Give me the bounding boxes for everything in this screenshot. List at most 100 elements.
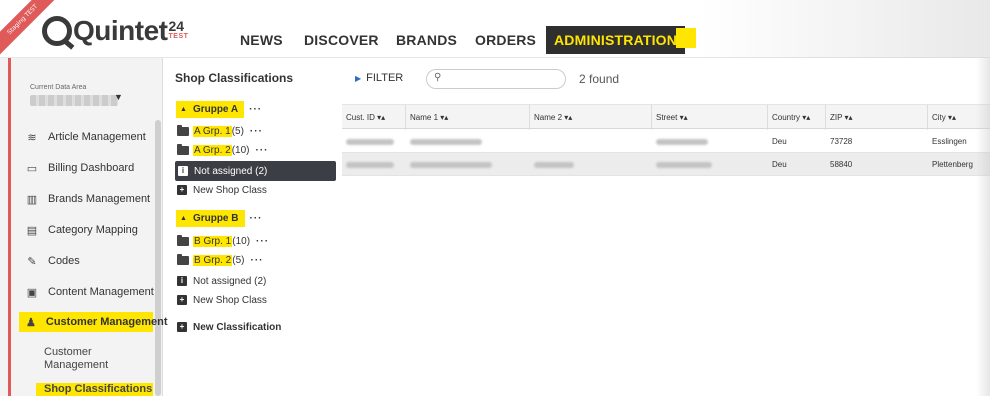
sidebar-item-label: Content Management bbox=[48, 286, 154, 298]
sidebar-scrollbar[interactable] bbox=[155, 120, 161, 396]
sidebar-item-label: Category Mapping bbox=[48, 224, 138, 236]
col-name-1[interactable]: Name 1 ▾▴ bbox=[406, 105, 530, 130]
col-cust-id[interactable]: Cust. ID ▾▴ bbox=[342, 105, 406, 130]
quintet-logo[interactable]: Quintet 24 TEST bbox=[42, 14, 188, 50]
data-area-label: Current Data Area bbox=[30, 84, 87, 91]
info-icon: i bbox=[177, 276, 187, 286]
more-icon[interactable]: ··· bbox=[250, 213, 263, 224]
sidebar-item-label: Billing Dashboard bbox=[48, 162, 135, 174]
database-icon: ≋ bbox=[27, 131, 37, 144]
tree-item-count: (5) bbox=[232, 254, 245, 266]
right-edge-fade bbox=[976, 58, 990, 396]
tree-item-b-grp-2[interactable]: B Grp. 2 (5) ··· bbox=[177, 252, 263, 268]
monitor-icon: ▣ bbox=[26, 286, 38, 299]
nav-news[interactable]: NEWS bbox=[240, 26, 283, 54]
sidebar-accent-bar bbox=[8, 58, 11, 396]
clipboard-icon: ▤ bbox=[26, 224, 38, 237]
more-icon[interactable]: ··· bbox=[249, 104, 262, 115]
grid-header: Cust. ID ▾▴ Name 1 ▾▴ Name 2 ▾▴ Street ▾… bbox=[342, 104, 990, 130]
data-area-select[interactable] bbox=[30, 95, 118, 106]
new-shop-class-label: New Shop Class bbox=[193, 184, 267, 196]
cell-name-1 bbox=[406, 130, 530, 153]
tree-item-not-assigned-a[interactable]: i Not assigned (2) bbox=[175, 161, 336, 181]
cell-street bbox=[652, 153, 768, 176]
folder-icon bbox=[177, 124, 189, 136]
search-box[interactable]: ⚲ bbox=[426, 69, 566, 89]
sidebar-item-content-management[interactable]: ▣ Content Management bbox=[26, 282, 154, 302]
tree-item-label: Not assigned (2) bbox=[193, 275, 267, 287]
plus-icon: + bbox=[177, 185, 187, 195]
more-icon[interactable]: ··· bbox=[250, 126, 263, 137]
sidebar-item-billing-dashboard[interactable]: ▭ Billing Dashboard bbox=[26, 158, 134, 178]
sidebar-item-codes[interactable]: ✎ Codes bbox=[26, 251, 80, 271]
more-icon[interactable]: ··· bbox=[256, 236, 269, 247]
cell-name-2 bbox=[530, 153, 652, 176]
tree-item-count: (5) bbox=[231, 125, 244, 137]
nav-highlight-marker bbox=[676, 28, 696, 48]
cell-name-2 bbox=[530, 130, 652, 153]
sidebar-item-label: Codes bbox=[48, 255, 80, 267]
logo-superscript: 24 TEST bbox=[169, 19, 189, 41]
cell-zip: 73728 bbox=[830, 137, 853, 146]
folder-icon bbox=[177, 253, 189, 265]
nav-administration[interactable]: ADMINISTRATION bbox=[546, 26, 686, 54]
top-header: Staging TEST Quintet 24 TEST NEWS DISCOV… bbox=[0, 0, 990, 58]
filter-button[interactable]: ▶ FILTER bbox=[355, 72, 403, 84]
col-street[interactable]: Street ▾▴ bbox=[652, 105, 768, 130]
tree-item-count: (10) bbox=[231, 144, 250, 156]
caret-up-icon: ▲ bbox=[180, 106, 187, 113]
tree-item-not-assigned-b[interactable]: i Not assigned (2) bbox=[177, 273, 266, 289]
sidebar-item-customer-management[interactable]: ♟ Customer Management bbox=[19, 312, 168, 332]
tree-item-name: A Grp. 1 bbox=[193, 125, 232, 137]
header-fade bbox=[700, 0, 990, 58]
logo-text: Quintet bbox=[73, 15, 168, 46]
chevron-down-icon[interactable]: ▼ bbox=[114, 92, 123, 102]
tree-item-name: B Grp. 2 bbox=[193, 254, 233, 266]
group-header-gruppe-b[interactable]: ▲ Gruppe B ··· bbox=[176, 210, 263, 227]
tree-item-count: (10) bbox=[232, 235, 251, 247]
folder-icon bbox=[177, 234, 189, 246]
more-icon[interactable]: ··· bbox=[250, 255, 263, 266]
col-country[interactable]: Country ▾▴ bbox=[768, 105, 826, 130]
logo-number: 24 bbox=[168, 18, 185, 34]
sidebar-item-category-mapping[interactable]: ▤ Category Mapping bbox=[26, 220, 138, 240]
table-row[interactable]: Deu 73728 Esslingen bbox=[342, 130, 990, 153]
nav-orders[interactable]: ORDERS bbox=[475, 26, 536, 54]
logo-q-mark bbox=[42, 16, 72, 46]
play-icon: ▶ bbox=[355, 74, 362, 83]
sidebar-item-label: Brands Management bbox=[48, 193, 151, 205]
plus-icon: + bbox=[177, 322, 187, 332]
cell-country: Deu bbox=[772, 137, 787, 146]
new-shop-class-a-button[interactable]: + New Shop Class bbox=[177, 182, 267, 198]
nav-discover[interactable]: DISCOVER bbox=[304, 26, 379, 54]
nav-brands[interactable]: BRANDS bbox=[396, 26, 457, 54]
search-input[interactable] bbox=[447, 72, 557, 86]
logo-test-badge: TEST bbox=[168, 33, 189, 40]
tree-item-a-grp-1[interactable]: A Grp. 1 (5) ··· bbox=[177, 123, 263, 139]
group-header-gruppe-a[interactable]: ▲ Gruppe A ··· bbox=[176, 101, 262, 118]
caret-up-icon: ▲ bbox=[180, 215, 187, 222]
info-icon: i bbox=[178, 166, 188, 176]
col-zip[interactable]: ZIP ▾▴ bbox=[826, 105, 928, 130]
tree-item-b-grp-1[interactable]: B Grp. 1 (10) ··· bbox=[177, 233, 269, 249]
tree-item-name: A Grp. 2 bbox=[193, 144, 232, 156]
sidebar-sub-shop-classifications[interactable]: Shop Classifications bbox=[36, 383, 153, 396]
sidebar-item-article-management[interactable]: ≋ Article Management bbox=[26, 127, 146, 147]
edit-icon: ✎ bbox=[27, 255, 37, 268]
col-name-2[interactable]: Name 2 ▾▴ bbox=[530, 105, 652, 130]
cell-cust-id bbox=[342, 153, 406, 176]
new-shop-class-b-button[interactable]: + New Shop Class bbox=[177, 292, 267, 308]
sidebar-item-brands-management[interactable]: ▥ Brands Management bbox=[26, 189, 150, 209]
sidebar-sub-customer-management[interactable]: Customer Management bbox=[44, 346, 134, 372]
more-icon[interactable]: ··· bbox=[255, 145, 268, 156]
sidebar-item-label: Article Management bbox=[48, 131, 146, 143]
table-row[interactable]: Deu 58840 Plettenberg bbox=[342, 153, 990, 176]
new-shop-class-label: New Shop Class bbox=[193, 294, 267, 306]
tree-item-a-grp-2[interactable]: A Grp. 2 (10) ··· bbox=[177, 142, 268, 158]
group-name: Gruppe A bbox=[192, 104, 239, 115]
tree-item-name: B Grp. 1 bbox=[193, 235, 233, 247]
cell-street bbox=[652, 130, 768, 153]
filter-label: FILTER bbox=[366, 72, 404, 84]
cell-zip: 58840 bbox=[830, 160, 853, 169]
new-classification-button[interactable]: + New Classification bbox=[177, 319, 281, 335]
